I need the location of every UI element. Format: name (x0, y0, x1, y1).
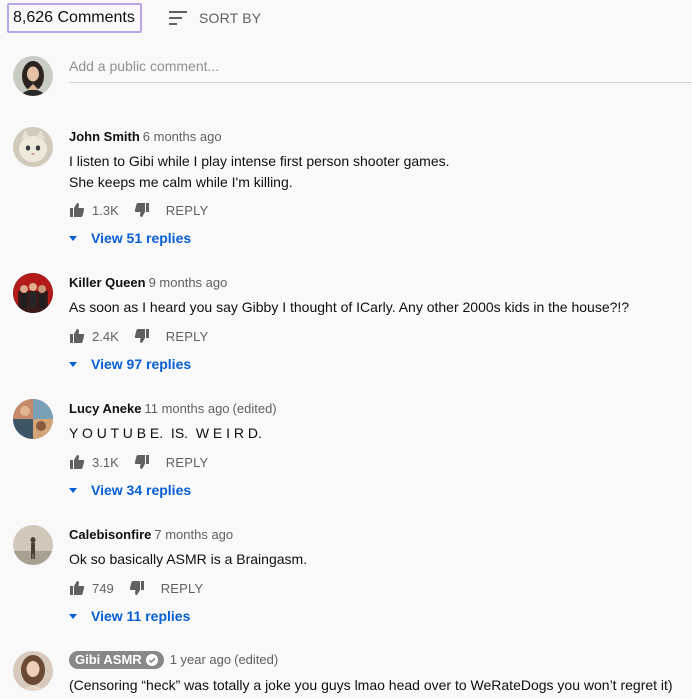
avatar (13, 56, 53, 96)
sort-icon (168, 9, 188, 27)
comment-time[interactable]: 9 months ago (149, 275, 228, 290)
avatar (13, 525, 53, 565)
comment-text: (Censoring “heck” was totally a joke you… (69, 675, 673, 696)
view-replies-label: View 97 replies (91, 356, 192, 372)
add-comment-input[interactable]: Add a public comment... (69, 58, 692, 83)
reply-button[interactable]: REPLY (166, 203, 209, 218)
comment-text: Y O U T U B E. IS. W E I R D. (69, 423, 262, 444)
comment-actions: 2.4K REPLY (69, 328, 208, 344)
like-count: 1.3K (92, 202, 119, 218)
like-count: 2.4K (92, 328, 119, 344)
sort-by-label: SORT BY (199, 10, 262, 26)
thumbs-down-icon[interactable] (134, 328, 150, 344)
comment-item: Calebisonfire 7 months ago Ok so basicall… (0, 525, 692, 645)
thumbs-down-icon[interactable] (134, 202, 150, 218)
reply-button[interactable]: REPLY (161, 581, 204, 596)
checkmark-icon (145, 653, 158, 666)
comment-text-line: As soon as I heard you say Gibby I thoug… (69, 299, 630, 315)
view-replies-button[interactable]: View 34 replies (69, 482, 191, 498)
caret-down-icon (69, 613, 77, 619)
comment-author[interactable]: Calebisonfire (69, 527, 151, 542)
comment-meta: John Smith 6 months ago (69, 129, 222, 144)
comment-text-line: She keeps me calm while I'm killing. (69, 174, 293, 190)
comment-author: Gibi ASMR (75, 652, 142, 667)
thumbs-up-icon[interactable] (69, 328, 85, 344)
comment-actions: 3.1K REPLY (69, 454, 208, 470)
comment-time[interactable]: 1 year ago (170, 652, 231, 667)
comment-meta: Calebisonfire 7 months ago (69, 527, 233, 542)
comment-meta: Lucy Aneke 11 months ago (edited) (69, 401, 277, 416)
view-replies-button[interactable]: View 51 replies (69, 230, 191, 246)
like-count: 3.1K (92, 454, 119, 470)
view-replies-label: View 34 replies (91, 482, 192, 498)
comment-item: Killer Queen 9 months ago As soon as I he… (0, 273, 692, 393)
comment-count: 8,626 Comments (13, 9, 135, 26)
comment-text-line: (Censoring “heck” was totally a joke you… (69, 677, 673, 693)
avatar (13, 127, 53, 167)
view-replies-button[interactable]: View 11 replies (69, 608, 190, 624)
comment-time[interactable]: 11 months ago (145, 401, 230, 416)
comment-author[interactable]: John Smith (69, 129, 140, 144)
thumbs-down-icon[interactable] (134, 454, 150, 470)
comment-item: John Smith 6 months ago I listen to Gibi … (0, 127, 692, 247)
comments-header: 8,626 Comments SORT BY (0, 0, 692, 40)
comment-text: As soon as I heard you say Gibby I thoug… (69, 297, 629, 318)
comment-meta: Gibi ASMR 1 year ago (edited) (69, 651, 278, 669)
thumbs-down-icon[interactable] (129, 580, 145, 596)
like-count: 749 (92, 580, 114, 596)
caret-down-icon (69, 361, 77, 367)
creator-badge[interactable]: Gibi ASMR (69, 651, 164, 669)
thumbs-up-icon[interactable] (69, 454, 85, 470)
reply-button[interactable]: REPLY (166, 329, 209, 344)
avatar (13, 651, 53, 691)
reply-button[interactable]: REPLY (166, 455, 209, 470)
avatar (13, 273, 53, 313)
add-comment-row: Add a public comment... (0, 52, 692, 100)
comment-author[interactable]: Killer Queen (69, 275, 146, 290)
comment-actions: 1.3K REPLY (69, 202, 208, 218)
avatar (13, 399, 53, 439)
comment-actions: 749 REPLY (69, 580, 203, 596)
comment-text-line: Ok so basically ASMR is a Braingasm. (69, 551, 308, 567)
comment-time[interactable]: 6 months ago (143, 129, 222, 144)
comment-text: I listen to Gibi while I play intense fi… (69, 151, 450, 193)
edited-label: (edited) (234, 652, 279, 667)
comment-text-line: I listen to Gibi while I play intense fi… (69, 153, 450, 169)
sort-by-button[interactable]: SORT BY (168, 9, 261, 27)
view-replies-label: View 11 replies (91, 608, 191, 624)
caret-down-icon (69, 487, 77, 493)
thumbs-up-icon[interactable] (69, 580, 85, 596)
caret-down-icon (69, 235, 77, 241)
comment-text-line: Y O U T U B E. IS. W E I R D. (69, 425, 262, 441)
view-replies-label: View 51 replies (91, 230, 192, 246)
comment-time[interactable]: 7 months ago (154, 527, 233, 542)
comment-item: Gibi ASMR 1 year ago (edited) (Censoring … (0, 651, 692, 699)
comment-meta: Killer Queen 9 months ago (69, 275, 227, 290)
comment-text: Ok so basically ASMR is a Braingasm. (69, 549, 307, 570)
edited-label: (edited) (232, 401, 277, 416)
comment-item: Lucy Aneke 11 months ago (edited) Y O U T … (0, 399, 692, 519)
thumbs-up-icon[interactable] (69, 202, 85, 218)
comment-author[interactable]: Lucy Aneke (69, 401, 142, 416)
view-replies-button[interactable]: View 97 replies (69, 356, 191, 372)
